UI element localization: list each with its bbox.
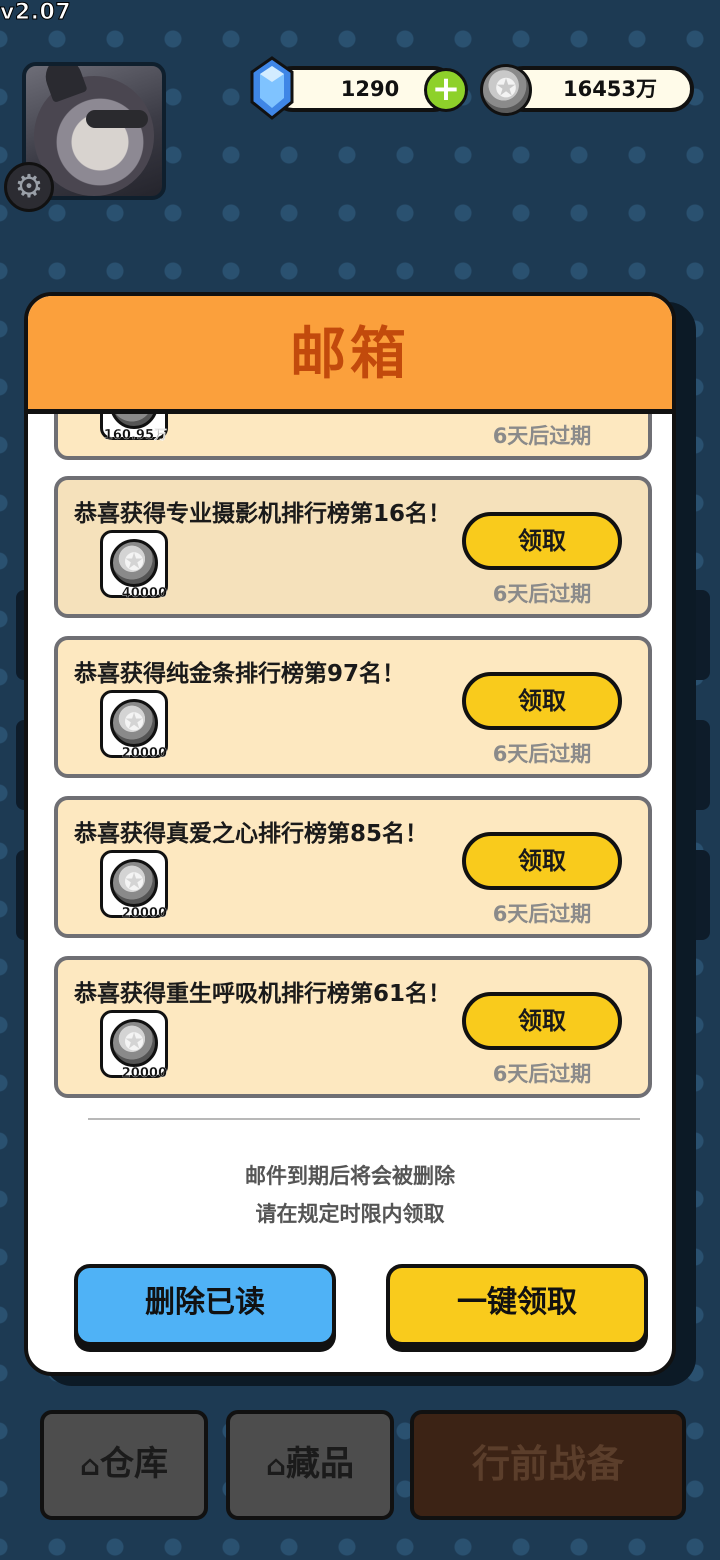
silver-coin-icon: ✪	[110, 699, 158, 747]
settings-gear-icon[interactable]: ⚙	[4, 162, 54, 212]
mailbox-dialog: 邮箱 ✪ 160.95万 6天后过期 恭喜获得专业摄影机排行榜第16名！ ✪ 4…	[24, 292, 676, 1376]
delete-read-button[interactable]: 删除已读	[74, 1264, 336, 1346]
reward-item: ✪ 20000	[100, 850, 168, 921]
warehouse-label: 仓库	[100, 1444, 169, 1484]
mail-card[interactable]: 恭喜获得重生呼吸机排行榜第61名！ ✪ 20000 领取 6天后过期	[54, 956, 652, 1098]
mail-expire: 6天后过期	[492, 1062, 592, 1086]
avatar-glasses	[86, 110, 148, 128]
mail-card[interactable]: 恭喜获得真爱之心排行榜第85名！ ✪ 20000 领取 6天后过期	[54, 796, 652, 938]
claim-all-button[interactable]: 一键领取	[386, 1264, 648, 1346]
dialog-title: 邮箱	[290, 322, 410, 387]
collection-label: 藏品	[286, 1444, 355, 1484]
mail-text: 恭喜获得纯金条排行榜第97名！	[74, 661, 406, 687]
reward-item: ✪ 20000	[100, 690, 168, 761]
prepare-battle-button[interactable]: 行前战备	[410, 1410, 686, 1520]
mail-text: 恭喜获得真爱之心排行榜第85名！	[74, 821, 429, 847]
reward-count: 20000	[121, 746, 168, 761]
claim-button[interactable]: 领取	[462, 992, 622, 1050]
reward-count: 160.95万	[103, 428, 167, 443]
mail-card[interactable]: 恭喜获得专业摄影机排行榜第16名！ ✪ 40000 领取 6天后过期	[54, 476, 652, 618]
reward-item: ✪ 40000	[100, 530, 168, 601]
warehouse-button[interactable]: ⌂仓库	[40, 1410, 208, 1520]
reward-count: 20000	[121, 906, 168, 921]
claim-button[interactable]: 领取	[462, 672, 622, 730]
claim-button[interactable]: 领取	[462, 832, 622, 890]
dialog-header: 邮箱	[28, 296, 672, 414]
reward-item: ✪ 20000	[100, 1010, 168, 1081]
mail-expire: 6天后过期	[492, 424, 592, 448]
background-side-panel	[680, 590, 710, 680]
mail-card-partial: ✪ 160.95万 6天后过期	[54, 414, 652, 460]
home-icon: ⌂	[79, 1449, 101, 1482]
claim-button[interactable]: 领取	[462, 512, 622, 570]
divider	[88, 1118, 640, 1120]
home-icon: ⌂	[265, 1449, 287, 1482]
background-side-panel	[680, 850, 710, 940]
mail-expire: 6天后过期	[492, 582, 592, 606]
silver-coin-icon: ✪	[110, 859, 158, 907]
reward-count: 40000	[121, 586, 168, 601]
silver-coin-icon: ✪	[110, 1019, 158, 1067]
mail-list[interactable]: ✪ 160.95万 6天后过期 恭喜获得专业摄影机排行榜第16名！ ✪ 4000…	[28, 414, 672, 1098]
background-side-panel	[680, 720, 710, 810]
mail-expire: 6天后过期	[492, 902, 592, 926]
mail-text: 恭喜获得专业摄影机排行榜第16名！	[74, 501, 452, 527]
reward-item: ✪ 160.95万	[100, 414, 168, 443]
mail-card[interactable]: 恭喜获得纯金条排行榜第97名！ ✪ 20000 领取 6天后过期	[54, 636, 652, 778]
silver-coin-icon: ✪	[110, 539, 158, 587]
mail-text: 恭喜获得重生呼吸机排行榜第61名！	[74, 981, 452, 1007]
reward-count: 20000	[121, 1066, 168, 1081]
expiry-note-line1: 邮件到期后将会被删除	[245, 1164, 455, 1188]
silver-coin-icon: ✪	[480, 64, 532, 116]
mail-expire: 6天后过期	[492, 742, 592, 766]
version-label: v2.07	[0, 0, 72, 26]
add-gems-button[interactable]: +	[424, 68, 468, 112]
blue-gem-icon	[250, 56, 294, 120]
collection-button[interactable]: ⌂藏品	[226, 1410, 394, 1520]
expiry-note-line2: 请在规定时限内领取	[255, 1202, 445, 1226]
